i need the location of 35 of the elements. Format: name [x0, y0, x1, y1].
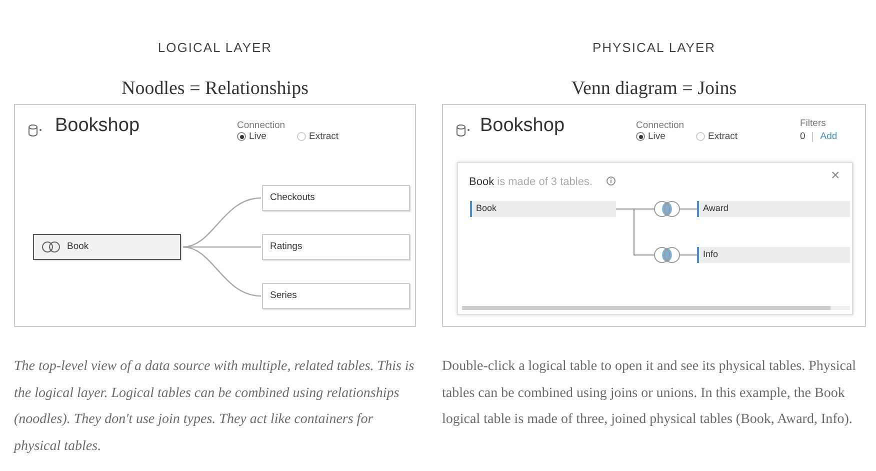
caption-paragraph: The top-level view of a data source with multiple, related tables. This is the logical layer. Logical tables can be combined using relationships (noodles). They don't use join types. They act like containers for physical tables. — [14, 358, 416, 456]
logical-table[interactable]: Ratings — [262, 234, 410, 260]
filter-count: 0 — [800, 132, 806, 142]
add-filter-link[interactable]: Add — [820, 132, 838, 142]
data-source-title: Bookshop — [480, 116, 565, 135]
venn-join-icon — [654, 246, 697, 264]
physical-table[interactable]: Book — [470, 201, 616, 217]
horizontal-scrollbar[interactable] — [462, 306, 850, 310]
panel-description: is made of 3 tables. — [496, 176, 593, 188]
connection-label: Connection — [636, 121, 684, 130]
close-button[interactable]: × — [831, 168, 840, 183]
database-icon — [456, 124, 470, 137]
filters-label: Filters — [800, 119, 826, 128]
logical-table-name: Book — [469, 176, 494, 188]
radio-option[interactable]: Live — [237, 132, 266, 142]
radio-option[interactable]: Extract — [696, 132, 738, 142]
section-subheading: Noodles = Relationships — [122, 77, 308, 99]
venn-join-icon — [654, 200, 697, 218]
radio-option[interactable]: Extract — [297, 132, 339, 142]
logical-table[interactable]: Book — [33, 234, 181, 260]
caption-paragraph: Double-click a logical table to open it and see its physical tables. Physical tables can be combined using joins or unions. In this example, the Book logical table is made of three, joined physical tables (Book, Award, Info). — [442, 358, 858, 429]
data-source-title: Bookshop — [55, 116, 140, 135]
section-subheading: Venn diagram = Joins — [571, 77, 737, 99]
logical-table[interactable]: Checkouts — [262, 185, 410, 211]
connection-label: Connection — [237, 121, 286, 130]
info-icon — [606, 176, 616, 186]
physical-table[interactable]: Award — [697, 201, 850, 217]
logical-table[interactable]: Series — [262, 283, 410, 309]
section-heading: LOGICAL LAYER — [158, 39, 272, 57]
join-connector-drawing — [616, 208, 654, 256]
database-icon — [28, 124, 42, 137]
radio-option[interactable]: Live — [636, 132, 666, 142]
venn-icon — [41, 241, 61, 253]
physical-table[interactable]: Info — [697, 247, 850, 263]
section-heading: PHYSICAL LAYER — [592, 39, 716, 57]
